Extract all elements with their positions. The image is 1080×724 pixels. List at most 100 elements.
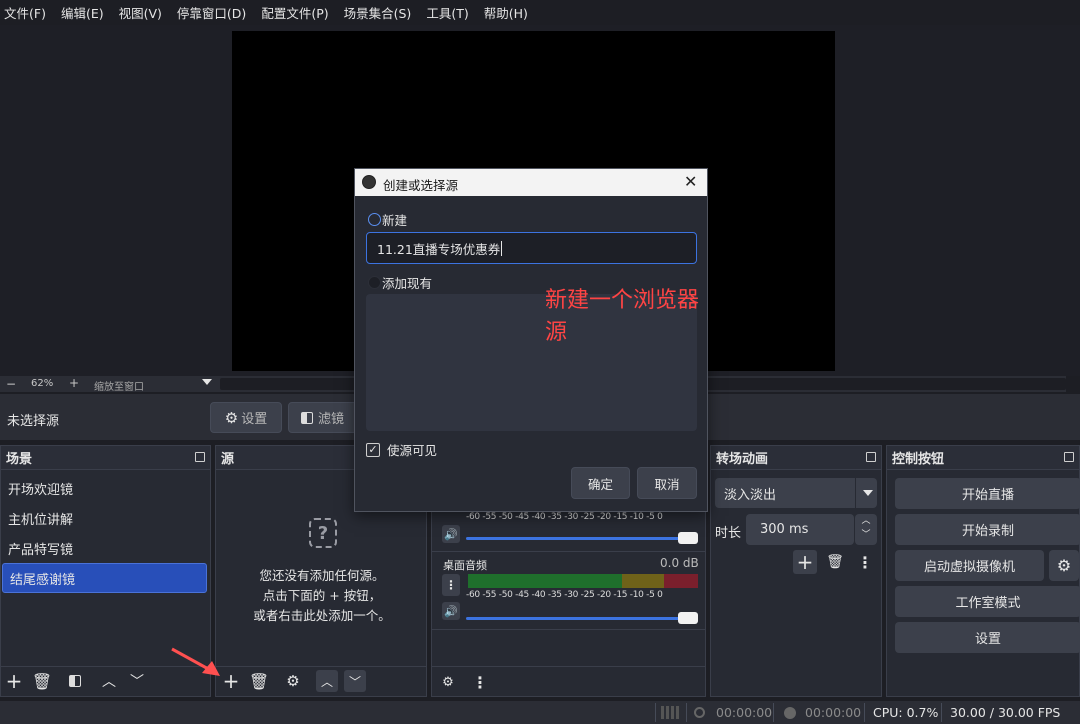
transition-menu-icon[interactable]: ⋮ <box>857 552 873 572</box>
close-icon[interactable]: ✕ <box>684 172 697 191</box>
menu-view[interactable]: 视图(V) <box>119 3 162 22</box>
duration-label: 时长 <box>715 526 742 541</box>
gear-icon: ⚙ <box>224 408 239 427</box>
speaker-icon[interactable]: 🔊 <box>442 525 460 543</box>
empty-line: 或者右击此处添加一个。 <box>253 608 391 623</box>
duration-spinner[interactable]: ︿ ﹀ <box>855 514 877 545</box>
meter-scale: -60 -55 -50 -45 -40 -35 -30 -25 -20 -15 … <box>466 512 663 522</box>
undock-icon[interactable] <box>195 452 205 462</box>
stream-status-icon <box>694 707 705 718</box>
zoom-fit-label[interactable]: 缩放至窗口 <box>94 378 144 393</box>
visible-label: 使源可见 <box>387 443 438 458</box>
source-name-input[interactable]: 11.21直播专场优惠券 <box>366 232 697 264</box>
settings-button[interactable]: 设置 <box>895 622 1080 653</box>
annotation-arrow <box>171 647 220 676</box>
scenes-title: 场景 <box>6 452 33 467</box>
move-up-icon[interactable]: ︿ <box>316 670 338 692</box>
new-label: 新建 <box>382 213 408 228</box>
move-down-icon[interactable]: ﹀ <box>344 670 366 692</box>
scene-list: 开场欢迎镜 主机位讲解 产品特写镜 结尾感谢镜 <box>1 470 210 593</box>
radio-new[interactable] <box>368 213 381 226</box>
source-filters-button[interactable]: 滤镜 <box>288 402 360 433</box>
menu-help[interactable]: 帮助(H) <box>484 3 528 22</box>
menu-file[interactable]: 文件(F) <box>4 3 46 22</box>
chevron-down-icon <box>863 490 873 496</box>
scene-item-active[interactable]: 结尾感谢镜 <box>2 563 207 593</box>
dialog-title: 创建或选择源 <box>383 178 459 193</box>
channel-db: 0.0 dB <box>660 556 699 570</box>
trash-icon[interactable]: 🗑 <box>32 671 52 691</box>
add-source-icon[interactable]: + <box>221 669 241 693</box>
new-source-option[interactable]: 新建 <box>368 210 407 229</box>
chevron-down-icon[interactable] <box>202 379 212 385</box>
scene-item[interactable]: 产品特写镜 <box>1 533 210 563</box>
stream-time: 00:00:00 <box>716 705 773 720</box>
scene-filter-icon[interactable] <box>69 675 81 687</box>
transition-selected: 淡入淡出 <box>724 487 777 503</box>
studio-mode-button[interactable]: 工作室模式 <box>895 586 1080 617</box>
sources-title: 源 <box>221 452 235 467</box>
add-existing-option[interactable]: 添加现有 <box>368 273 432 292</box>
trash-icon[interactable]: 🗑 <box>249 671 269 691</box>
channel-name: 桌面音频 <box>443 559 487 572</box>
transitions-dock-title: 转场动画 <box>711 446 881 470</box>
scene-item[interactable]: 主机位讲解 <box>1 503 210 533</box>
question-icon: ? <box>309 518 337 548</box>
start-stream-button[interactable]: 开始直播 <box>895 478 1080 509</box>
ok-button[interactable]: 确定 <box>571 467 630 499</box>
zoom-out-button[interactable]: − <box>6 377 16 391</box>
visible-checkbox[interactable]: ✓ 使源可见 <box>366 440 437 459</box>
source-name-value: 11.21直播专场优惠券 <box>377 241 501 257</box>
volume-slider-1[interactable] <box>466 537 686 540</box>
volume-handle-1[interactable] <box>678 532 698 544</box>
sources-empty-message: 您还没有添加任何源。 点击下面的 + 按钮， 或者右击此处添加一个。 <box>216 566 428 626</box>
move-up-icon[interactable]: ︿ <box>99 671 119 691</box>
transitions-dock: 转场动画 淡入淡出 时长 300 ms ︿ ﹀ + 🗑 ⋮ <box>710 445 882 697</box>
trash-icon[interactable]: 🗑 <box>825 552 845 572</box>
move-down-icon[interactable]: ﹀ <box>127 671 147 691</box>
controls-dock-title: 控制按钮 <box>887 446 1079 470</box>
empty-line: 点击下面的 + 按钮， <box>262 588 382 603</box>
transition-select[interactable]: 淡入淡出 <box>715 478 877 508</box>
add-existing-label: 添加现有 <box>382 276 433 291</box>
source-settings-button[interactable]: ⚙ 设置 <box>210 402 282 433</box>
checkmark-icon[interactable]: ✓ <box>366 442 380 457</box>
menu-scene-collection[interactable]: 场景集合(S) <box>344 3 412 22</box>
meter-yellow <box>622 574 664 588</box>
menu-docks[interactable]: 停靠窗口(D) <box>177 3 246 22</box>
radio-existing[interactable] <box>368 276 381 289</box>
zoom-value: 62% <box>31 378 54 389</box>
menu-bar: 文件(F) 编辑(E) 视图(V) 停靠窗口(D) 配置文件(P) 场景集合(S… <box>0 0 1080 25</box>
add-scene-icon[interactable]: + <box>4 669 24 693</box>
scenes-dock-title: 场景 <box>1 446 210 470</box>
controls-dock: 控制按钮 开始直播 开始录制 启动虚拟摄像机 ⚙ 工作室模式 设置 <box>886 445 1080 697</box>
zoom-in-button[interactable]: + <box>69 376 79 390</box>
controls-title: 控制按钮 <box>892 452 945 467</box>
status-bar: 00:00:00 00:00:00 CPU: 0.7% 30.00 / 30.0… <box>0 701 1080 724</box>
virtual-cam-button[interactable]: 启动虚拟摄像机 <box>895 550 1044 581</box>
menu-tools[interactable]: 工具(T) <box>426 3 468 22</box>
mixer-menu-icon[interactable]: ⋮ <box>472 672 488 692</box>
start-record-button[interactable]: 开始录制 <box>895 514 1080 545</box>
gear-icon[interactable]: ⚙ <box>1049 550 1079 581</box>
duration-input[interactable]: 300 ms <box>746 514 854 545</box>
signal-icon <box>661 706 679 719</box>
menu-profile[interactable]: 配置文件(P) <box>261 3 328 22</box>
mixer-settings-icon[interactable]: ⚙ <box>440 672 456 692</box>
scene-item[interactable]: 开场欢迎镜 <box>1 473 210 503</box>
volume-handle-2[interactable] <box>678 612 698 624</box>
text-cursor <box>501 240 503 256</box>
sources-toolbar: + 🗑 ⚙ ︿ ﹀ <box>216 666 426 696</box>
meter-scale: -60 -55 -50 -45 -40 -35 -30 -25 -20 -15 … <box>466 590 663 600</box>
gear-icon[interactable]: ⚙ <box>283 671 303 691</box>
undock-icon[interactable] <box>866 452 876 462</box>
channel-menu-icon[interactable]: ⋮ <box>442 574 460 596</box>
add-transition-icon[interactable]: + <box>793 550 817 574</box>
undock-icon[interactable] <box>1064 452 1074 462</box>
volume-slider-2[interactable] <box>466 617 686 620</box>
transitions-title: 转场动画 <box>716 452 769 467</box>
annotation-text: 新建一个浏览器源 <box>545 288 700 345</box>
speaker-icon[interactable]: 🔊 <box>442 602 460 620</box>
menu-edit[interactable]: 编辑(E) <box>61 3 104 22</box>
cancel-button[interactable]: 取消 <box>637 467 697 499</box>
